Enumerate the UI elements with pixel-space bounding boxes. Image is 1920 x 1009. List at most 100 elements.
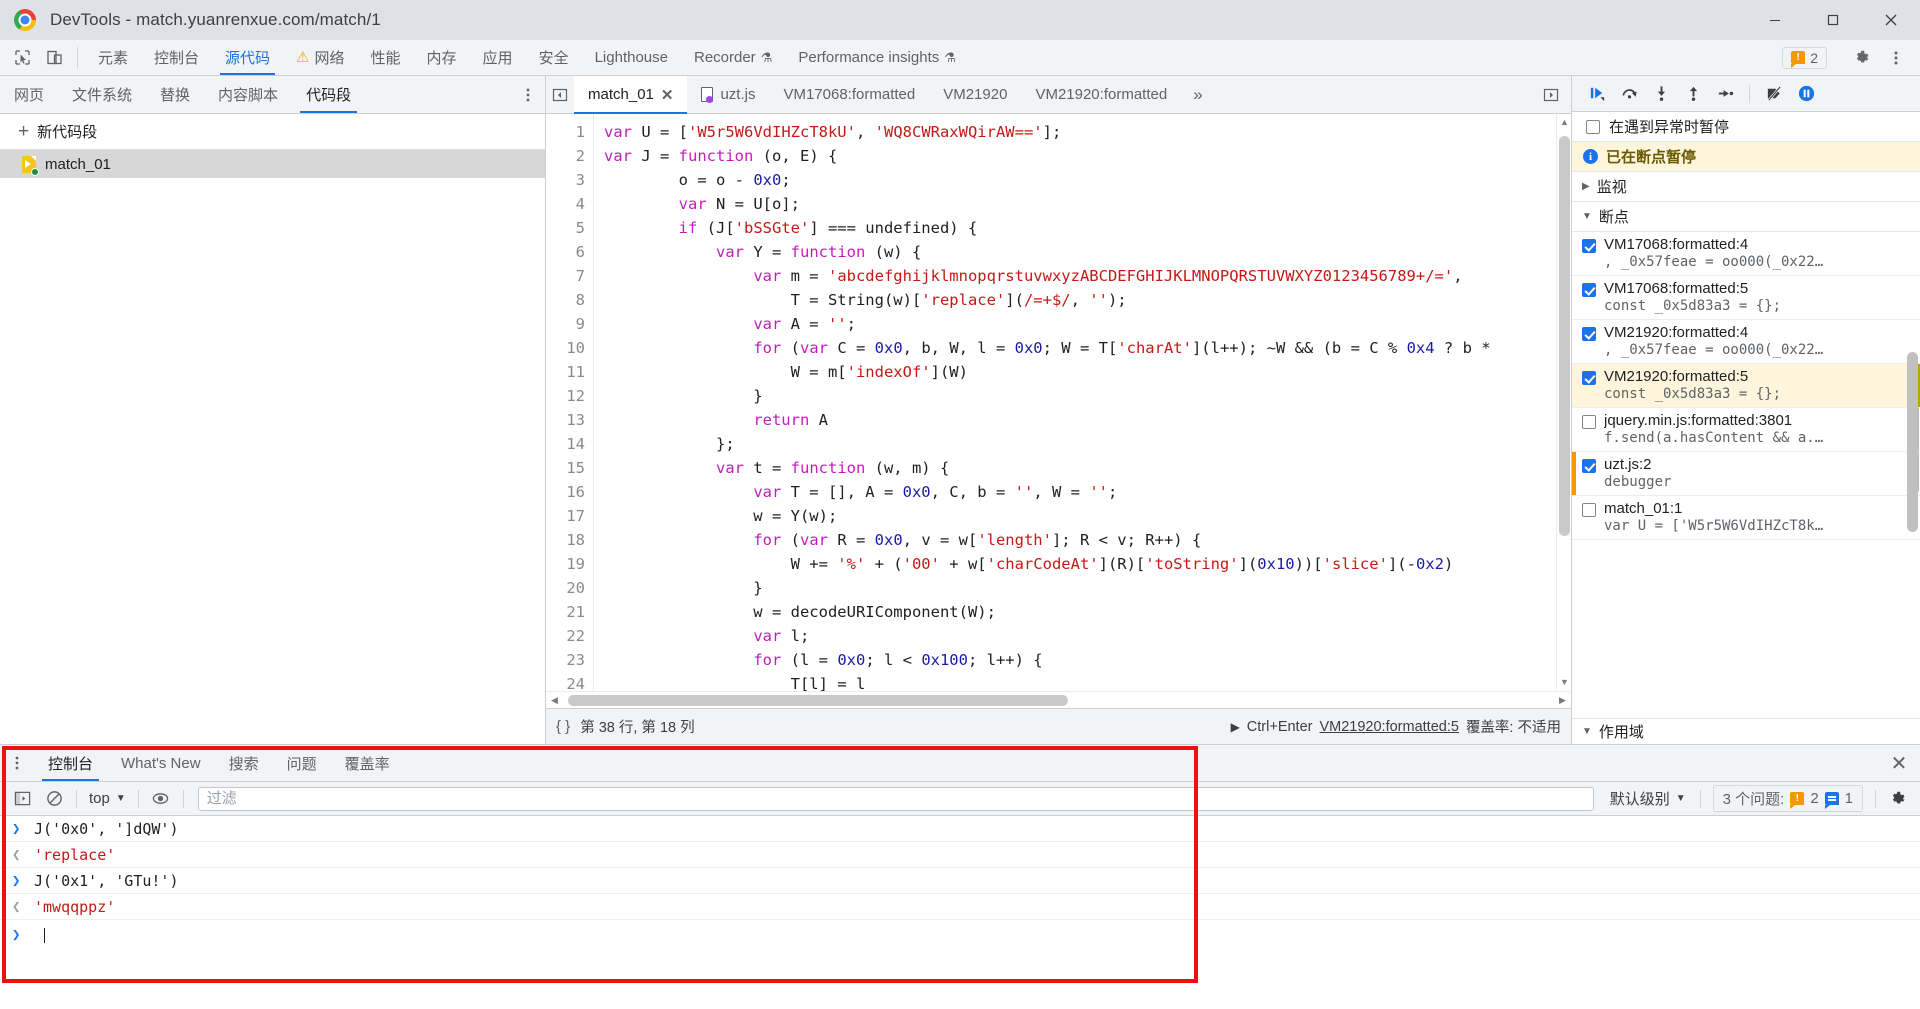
breakpoint-checkbox[interactable] [1582, 503, 1596, 517]
current-source-link[interactable]: VM21920:formatted:5 [1319, 719, 1458, 735]
pause-on-exceptions-checkbox[interactable] [1586, 119, 1600, 134]
console-message-list[interactable]: ❯ J('0x0', ']dQW') ❮ 'replace' ❯ J('0x1', 'GT… [0, 816, 1920, 1009]
code-line[interactable]: var m = 'abcdefghijklmnopqrstuvwxyzABCDE… [604, 264, 1571, 288]
tab-performance-insights[interactable]: Performance insights ⚗ [785, 40, 969, 75]
editor-tab-vm17068-formatted[interactable]: VM17068:formatted [769, 76, 929, 113]
nav-tab-page[interactable]: 网页 [0, 76, 58, 113]
scope-section-header[interactable]: ▼ 作用域 [1572, 718, 1920, 744]
deactivate-breakpoints-icon[interactable] [1759, 80, 1789, 108]
watch-section-header[interactable]: ▶ 监视 [1572, 172, 1920, 202]
minimize-button[interactable] [1746, 0, 1804, 40]
play-icon[interactable]: ▶ [1231, 720, 1240, 734]
nav-tab-filesystem[interactable]: 文件系统 [58, 76, 146, 113]
breakpoint-item[interactable]: uzt.js:2 debugger [1572, 452, 1920, 496]
maximize-button[interactable] [1804, 0, 1862, 40]
scroll-down-icon[interactable]: ▼ [1557, 674, 1571, 691]
breakpoint-item[interactable]: match_01:1 var U = ['W5r5W6VdIHZcT8k… [1572, 496, 1920, 540]
code-editor[interactable]: 1 2 3 4 5 6 7 8 9 10 11 12 13 14 15 16 17 18 19 20 21 22 23 24 … [546, 114, 1571, 691]
line-number[interactable]: 14 [546, 432, 585, 456]
breakpoints-section-header[interactable]: ▼ 断点 [1572, 202, 1920, 232]
step-icon[interactable] [1710, 80, 1740, 108]
console-input-message[interactable]: ❯ J('0x0', ']dQW') [0, 816, 1920, 842]
editor-tab-vm21920-formatted[interactable]: VM21920:formatted [1021, 76, 1181, 113]
breakpoint-checkbox[interactable] [1582, 283, 1596, 297]
close-icon[interactable]: ✕ [661, 86, 674, 104]
drawer-tab-issues[interactable]: 问题 [273, 745, 331, 781]
line-number[interactable]: 18 [546, 528, 585, 552]
resume-script-icon[interactable] [1582, 80, 1612, 108]
breakpoint-checkbox[interactable] [1582, 327, 1596, 341]
code-line[interactable]: for (l = 0x0; l < 0x100; l++) { [604, 648, 1571, 672]
drawer-tab-search[interactable]: 搜索 [215, 745, 273, 781]
pause-on-exceptions-row[interactable]: 在遇到异常时暂停 [1572, 112, 1920, 142]
inspect-element-icon[interactable] [6, 40, 38, 75]
line-number[interactable]: 3 [546, 168, 585, 192]
editor-vertical-scrollbar[interactable]: ▲ ▼ [1556, 114, 1571, 691]
code-line[interactable]: } [604, 384, 1571, 408]
code-line[interactable]: }; [604, 432, 1571, 456]
line-number[interactable]: 9 [546, 312, 585, 336]
drawer-tab-whats-new[interactable]: What's New [107, 745, 215, 781]
console-input-message[interactable]: ❯ J('0x1', 'GTu!') [0, 868, 1920, 894]
code-line[interactable]: var N = U[o]; [604, 192, 1571, 216]
tab-lighthouse[interactable]: Lighthouse [582, 40, 681, 75]
breakpoint-checkbox[interactable] [1582, 239, 1596, 253]
line-number[interactable]: 23 [546, 648, 585, 672]
next-tab-icon[interactable] [1537, 87, 1565, 103]
breakpoint-checkbox[interactable] [1582, 371, 1596, 385]
close-icon[interactable]: ✕ [1878, 745, 1920, 781]
code-line[interactable]: T = String(w)['replace'](/=+$/, ''); [604, 288, 1571, 312]
more-vertical-icon[interactable] [0, 745, 34, 781]
pretty-print-icon[interactable]: { } [556, 718, 570, 735]
line-number[interactable]: 10 [546, 336, 585, 360]
scroll-left-icon[interactable]: ◀ [546, 695, 563, 706]
line-number[interactable]: 16 [546, 480, 585, 504]
source-code-text[interactable]: var U = ['W5r5W6VdIHZcT8kU', 'WQ8CWRaxWQ… [594, 114, 1571, 691]
editor-tab-match-01[interactable]: match_01 ✕ [574, 76, 688, 114]
code-line[interactable]: W += '%' + ('00' + w['charCodeAt'](R)['t… [604, 552, 1571, 576]
line-number[interactable]: 2 [546, 144, 585, 168]
code-line[interactable]: var T = [], A = 0x0, C, b = '', W = ''; [604, 480, 1571, 504]
console-sidebar-icon[interactable] [6, 786, 38, 812]
line-number[interactable]: 13 [546, 408, 585, 432]
tab-sources[interactable]: 源代码 [212, 40, 283, 75]
more-vertical-icon[interactable] [511, 76, 545, 113]
line-number[interactable]: 4 [546, 192, 585, 216]
line-number[interactable]: 22 [546, 624, 585, 648]
drawer-tab-console[interactable]: 控制台 [34, 745, 107, 781]
console-prompt-row[interactable]: ❯ [0, 920, 1920, 950]
tab-memory[interactable]: 内存 [414, 40, 470, 75]
scrollbar-thumb[interactable] [568, 695, 1068, 706]
gear-icon[interactable] [1882, 786, 1914, 812]
new-snippet-button[interactable]: + 新代码段 [0, 114, 545, 150]
breakpoint-checkbox[interactable] [1582, 415, 1596, 429]
tab-application[interactable]: 应用 [470, 40, 526, 75]
tab-elements[interactable]: 元素 [85, 40, 141, 75]
code-line[interactable]: for (var C = 0x0, b, W, l = 0x0; W = T['… [604, 336, 1571, 360]
breakpoint-item[interactable]: VM17068:formatted:4, _0x57feae = oo000(_… [1572, 232, 1920, 276]
line-number[interactable]: 24 [546, 672, 585, 691]
code-content[interactable]: 1 2 3 4 5 6 7 8 9 10 11 12 13 14 15 16 17 18 19 20 21 22 23 24 … [546, 114, 1571, 691]
snippet-item-match-01[interactable]: match_01 [0, 150, 545, 178]
scroll-up-icon[interactable]: ▲ [1557, 114, 1571, 131]
code-line[interactable]: T[l] = l [604, 672, 1571, 691]
console-output-message[interactable]: ❮ 'mwqqppz' [0, 894, 1920, 920]
clear-console-icon[interactable] [38, 786, 70, 812]
editor-tab-uzt-js[interactable]: uzt.js [687, 76, 769, 113]
execution-context-selector[interactable]: top ▼ [83, 786, 132, 812]
step-out-icon[interactable] [1678, 80, 1708, 108]
breakpoint-item[interactable]: VM17068:formatted:5 const _0x5d83a3 = {}; [1572, 276, 1920, 320]
live-expression-icon[interactable] [145, 786, 177, 812]
code-line[interactable]: return A [604, 408, 1571, 432]
code-line[interactable]: var U = ['W5r5W6VdIHZcT8kU', 'WQ8CWRaxWQ… [604, 120, 1571, 144]
console-issues-button[interactable]: 3 个问题: ! 2 1 [1712, 785, 1863, 812]
breakpoint-item[interactable]: VM21920:formatted:5 const _0x5d83a3 = {}; [1572, 364, 1920, 408]
line-number[interactable]: 17 [546, 504, 585, 528]
editor-tab-vm21920[interactable]: VM21920 [929, 76, 1021, 113]
code-line[interactable]: if (J['bSSGte'] === undefined) { [604, 216, 1571, 240]
tab-recorder[interactable]: Recorder ⚗ [681, 40, 785, 75]
code-line[interactable]: W = m['indexOf'](W) [604, 360, 1571, 384]
nav-tab-snippets[interactable]: 代码段 [292, 76, 365, 113]
tab-console[interactable]: 控制台 [141, 40, 212, 75]
line-number[interactable]: 5 [546, 216, 585, 240]
